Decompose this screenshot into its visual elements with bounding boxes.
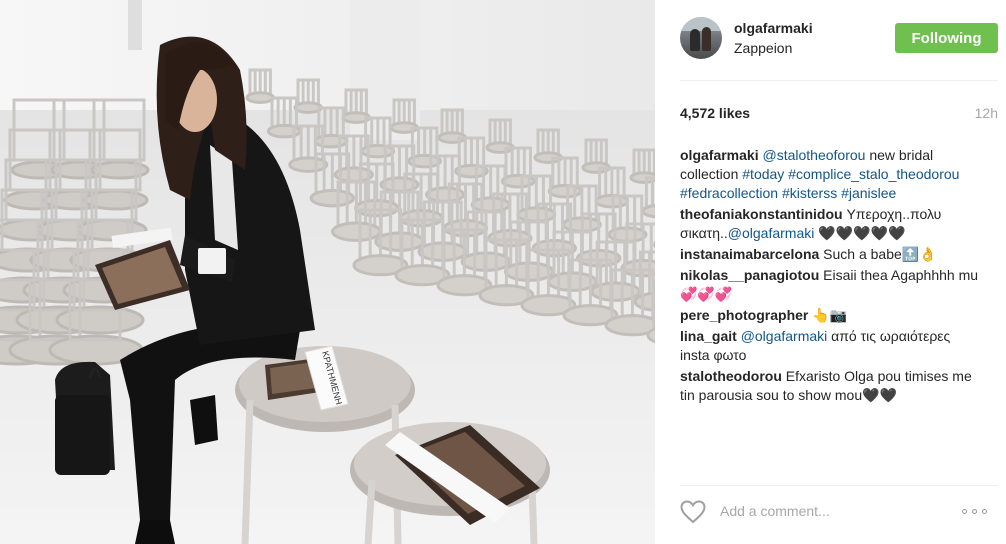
post-header: olgafarmaki Zappeion Following [680,14,998,66]
comment-text: Such a babe [823,246,902,262]
comment-item: pere_photographer 👆📷 [680,306,982,325]
comment-text: 🔝👌 [901,246,937,262]
comment-text: 🖤🖤 [862,387,897,403]
comment-item: nikolas__panagiotou Eisaii thea Agaphhhh… [680,266,982,304]
add-comment-row [680,497,998,527]
header-divider [680,80,998,81]
comment-author[interactable]: stalotheodorou [680,368,782,384]
like-count[interactable]: 4,572 likes [680,105,750,121]
mention-link[interactable]: @olgafarmaki [741,328,828,344]
post-author-username[interactable]: olgafarmaki [734,20,813,36]
comment-list: olgafarmaki @stalotheoforou new bridal c… [680,146,982,407]
comments-divider [680,485,998,486]
following-button[interactable]: Following [895,23,998,53]
chair-seat [516,206,557,223]
chair-seat [245,91,275,104]
back-wall [0,0,655,120]
comment-item: lina_gait @olgafarmaki από τις ωραιότερε… [680,327,982,365]
mention-link[interactable]: @olgafarmaki [728,225,815,241]
post-timestamp[interactable]: 12h [975,105,998,121]
comment-text: 🖤🖤🖤🖤🖤 [814,225,906,241]
comment-author[interactable]: pere_photographer [680,307,808,323]
hashtag-link[interactable]: #today [742,166,784,182]
likes-row: 4,572 likes 12h [680,105,998,125]
post-photo[interactable]: ΚΡΑΤΗΜΕΝΗ [0,0,655,544]
hashtag-link[interactable]: #complice_stalo_theodorou [788,166,959,182]
heart-icon[interactable] [680,500,706,524]
chair-seat [288,156,329,173]
post-location[interactable]: Zappeion [734,40,792,56]
comment-item: olgafarmaki @stalotheoforou new bridal c… [680,146,982,203]
comment-author[interactable]: olgafarmaki [680,147,759,163]
comment-author[interactable]: theofaniakonstantinidou [680,206,843,222]
photo-scene: ΚΡΑΤΗΜΕΝΗ [0,0,655,544]
comment-item: instanaimabarcelona Such a babe🔝👌 [680,245,982,264]
comment-author[interactable]: lina_gait [680,328,737,344]
avatar[interactable] [680,17,722,59]
wall-column [128,0,142,50]
comment-item: stalotheodorou Efxaristo Olga pou timise… [680,367,982,405]
chair-seat [576,248,622,268]
comment-text: 👆📷 [812,307,848,323]
hashtag-link[interactable]: #janislee [841,185,896,201]
add-comment-input[interactable] [718,502,962,520]
chair-seat [331,221,382,242]
comment-item: theofaniakonstantinidou Υπεροχη..πολυ σι… [680,205,982,243]
post-details-panel: olgafarmaki Zappeion Following 4,572 lik… [655,0,1006,544]
more-options-icon[interactable] [962,507,992,517]
hashtag-link[interactable]: #kisterss [782,185,837,201]
chair-seat [641,204,655,219]
mention-link[interactable]: @stalotheoforou [762,147,865,163]
chair-seat [83,189,149,211]
comment-author[interactable]: instanaimabarcelona [680,246,819,262]
comment-author[interactable]: nikolas__panagiotou [680,267,819,283]
chair-seat [470,196,511,213]
hashtag-link[interactable]: #fedracollection [680,185,778,201]
